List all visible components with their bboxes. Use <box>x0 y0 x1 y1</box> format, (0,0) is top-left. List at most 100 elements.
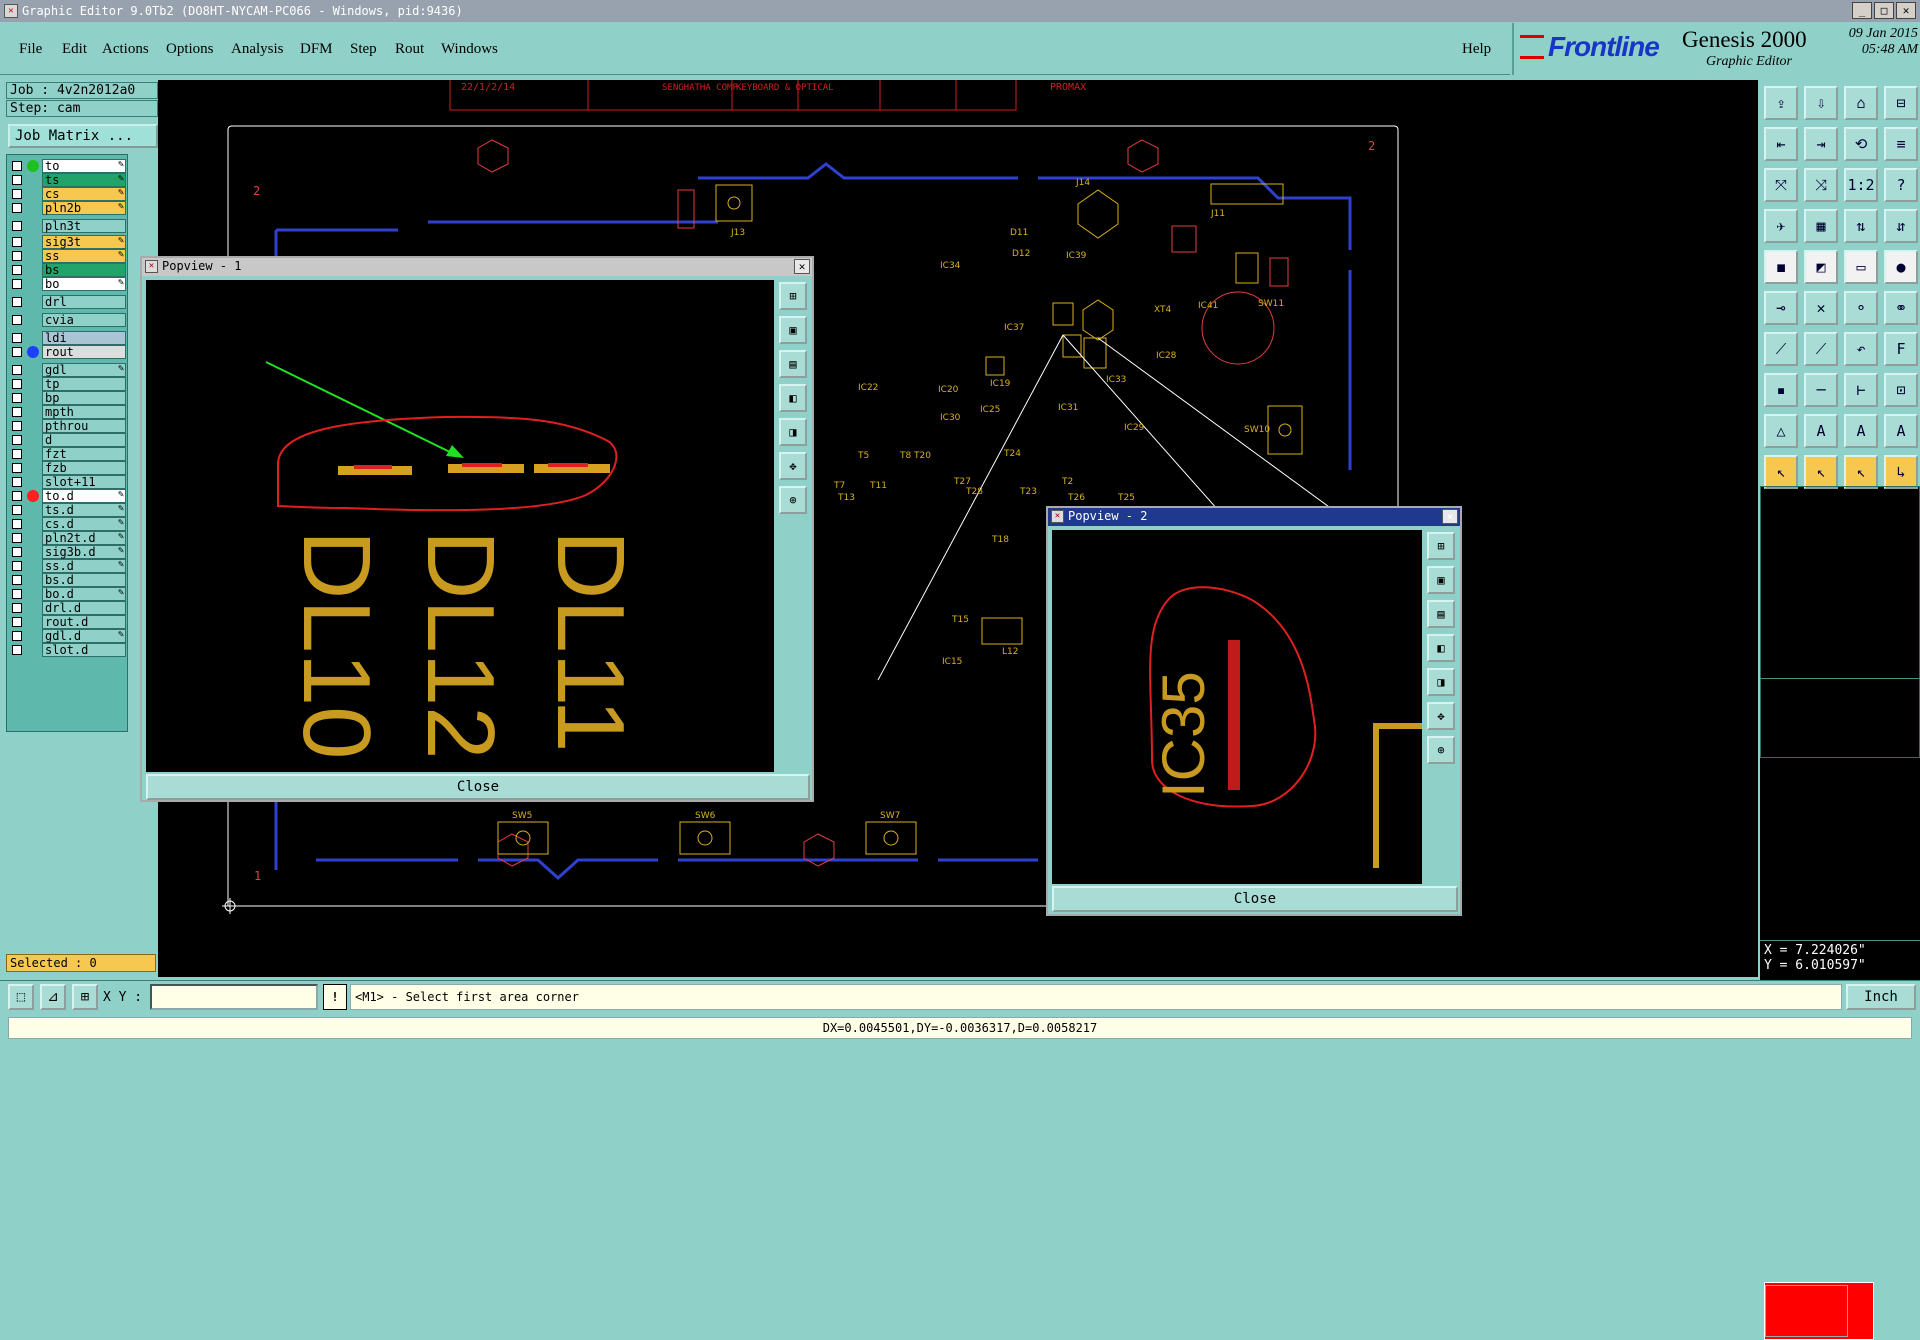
layer-checkbox[interactable] <box>12 603 22 613</box>
pad-icon[interactable]: ◼ <box>1764 250 1798 284</box>
layer-checkbox[interactable] <box>12 393 22 403</box>
layer-name[interactable]: pln3t <box>42 219 126 233</box>
layer-name[interactable]: fzt <box>42 447 126 461</box>
layer-name[interactable]: to.d <box>42 489 126 503</box>
route-alt-icon[interactable]: ⇵ <box>1884 209 1918 243</box>
layer-checkbox[interactable] <box>12 203 22 213</box>
layer-checkbox[interactable] <box>12 251 22 261</box>
layer-checkbox[interactable] <box>12 297 22 307</box>
split-icon[interactable]: ⚭ <box>1884 291 1918 325</box>
popview-1-tool-1[interactable]: ⊞ <box>779 282 807 310</box>
save-icon[interactable]: ⇩ <box>1804 86 1838 120</box>
layer-checkbox[interactable] <box>12 561 22 571</box>
layer-row-cvia[interactable]: cvia <box>10 313 126 327</box>
popview-2-close-icon[interactable]: ✕ <box>1442 509 1458 524</box>
cross-icon[interactable]: ✕ <box>1804 291 1838 325</box>
layer-name[interactable]: mpth <box>42 405 126 419</box>
xy-input[interactable] <box>150 984 318 1010</box>
popview-2-tool-2[interactable]: ▣ <box>1427 566 1455 594</box>
undo-view-icon[interactable]: ⟲ <box>1844 127 1878 161</box>
layer-name[interactable]: cs <box>42 187 126 201</box>
layer-checkbox[interactable] <box>12 533 22 543</box>
layer-row-slot-d[interactable]: slot.d <box>10 643 126 657</box>
fit-icon[interactable]: F <box>1884 332 1918 366</box>
menu-help[interactable]: Help <box>1462 41 1491 58</box>
layer-row-tp[interactable]: tp <box>10 377 126 391</box>
snap-icon[interactable]: ✈ <box>1764 209 1798 243</box>
layer-row-pln3t[interactable]: pln3t <box>10 219 126 233</box>
zoom-out-icon[interactable]: ⤨ <box>1804 168 1838 202</box>
layer-row-cs[interactable]: cs ✎ <box>10 187 126 201</box>
layer-checkbox[interactable] <box>12 547 22 557</box>
help-icon[interactable]: ? <box>1884 168 1918 202</box>
layer-checkbox[interactable] <box>12 279 22 289</box>
layer-checkbox[interactable] <box>12 265 22 275</box>
layer-checkbox[interactable] <box>12 175 22 185</box>
layer-checkbox[interactable] <box>12 617 22 627</box>
layer-checkbox[interactable] <box>12 379 22 389</box>
node-icon[interactable]: ⊸ <box>1764 291 1798 325</box>
draw-line-icon[interactable]: ⟋ <box>1764 332 1798 366</box>
circle-icon[interactable]: ● <box>1884 250 1918 284</box>
layer-name[interactable]: cvia <box>42 313 126 327</box>
layer-row-drl[interactable]: drl <box>10 295 126 309</box>
layer-name[interactable]: fzb <box>42 461 126 475</box>
overview-viewport[interactable] <box>1765 1285 1848 1337</box>
menu-actions[interactable]: Actions <box>102 41 149 58</box>
layer-checkbox[interactable] <box>12 407 22 417</box>
layer-row-slot-11[interactable]: slot+11 <box>10 475 126 489</box>
layer-row-sig3b-d[interactable]: sig3b.d ✎ <box>10 545 126 559</box>
hline-icon[interactable]: ─ <box>1804 373 1838 407</box>
layer-row-ss-d[interactable]: ss.d ✎ <box>10 559 126 573</box>
layer-row-pthrou[interactable]: pthrou <box>10 419 126 433</box>
layer-name[interactable]: ldi <box>42 331 126 345</box>
layer-row-bs-d[interactable]: bs.d <box>10 573 126 587</box>
menu-rout[interactable]: Rout <box>395 41 424 58</box>
layer-name[interactable]: gdl.d <box>42 629 126 643</box>
close-window-button[interactable]: ✕ <box>1896 2 1916 19</box>
layer-checkbox[interactable] <box>12 189 22 199</box>
layer-checkbox[interactable] <box>12 333 22 343</box>
popview-2-zoom-icon[interactable]: ⊕ <box>1427 736 1455 764</box>
grid-tool-icon[interactable]: ⊞ <box>72 984 98 1010</box>
layer-name[interactable]: tp <box>42 377 126 391</box>
layer-checkbox[interactable] <box>12 491 22 501</box>
layer-checkbox[interactable] <box>12 449 22 459</box>
point-icon[interactable]: ▪ <box>1764 373 1798 407</box>
popview-2-close-button[interactable]: Close <box>1052 886 1458 912</box>
popview-2-canvas[interactable]: IC35 <box>1052 530 1422 884</box>
layer-name[interactable]: slot.d <box>42 643 126 657</box>
layer-row-ss[interactable]: ss ✎ <box>10 249 126 263</box>
layer-name[interactable]: gdl <box>42 363 126 377</box>
step-icon[interactable]: ↳ <box>1884 455 1918 489</box>
layer-row-gdl[interactable]: gdl ✎ <box>10 363 126 377</box>
layer-row-fzb[interactable]: fzb <box>10 461 126 475</box>
layer-row-pln2b[interactable]: pln2b ✎ <box>10 201 126 215</box>
menu-step[interactable]: Step <box>350 41 377 58</box>
menu-edit[interactable]: Edit <box>62 41 87 58</box>
home-icon[interactable]: ⌂ <box>1844 86 1878 120</box>
unit-selector[interactable]: Inch <box>1846 984 1916 1010</box>
layer-name[interactable]: ss.d <box>42 559 126 573</box>
layer-name[interactable]: rout.d <box>42 615 126 629</box>
line-icon[interactable]: ◩ <box>1804 250 1838 284</box>
scale-icon[interactable]: 1:2 <box>1844 168 1878 202</box>
layer-row-ts[interactable]: ts ✎ <box>10 173 126 187</box>
layer-name[interactable]: d <box>42 433 126 447</box>
layer-row-bp[interactable]: bp <box>10 391 126 405</box>
zoom-in-icon[interactable]: ⤧ <box>1764 168 1798 202</box>
open-icon[interactable]: ⇪ <box>1764 86 1798 120</box>
layer-checkbox[interactable] <box>12 505 22 515</box>
triangle-icon[interactable]: △ <box>1764 414 1798 448</box>
rotate-icon[interactable]: ↶ <box>1844 332 1878 366</box>
layer-name[interactable]: cs.d <box>42 517 126 531</box>
pointer-icon[interactable]: ↖ <box>1764 455 1798 489</box>
layer-checkbox[interactable] <box>12 575 22 585</box>
layer-name[interactable]: sig3t <box>42 235 126 249</box>
layer-name[interactable]: drl <box>42 295 126 309</box>
layer-row-gdl-d[interactable]: gdl.d ✎ <box>10 629 126 643</box>
menu-analysis[interactable]: Analysis <box>231 41 284 58</box>
popview-1-tool-3[interactable]: ▤ <box>779 350 807 378</box>
popview-2-tool-4[interactable]: ◧ <box>1427 634 1455 662</box>
layer-row-bo-d[interactable]: bo.d ✎ <box>10 587 126 601</box>
